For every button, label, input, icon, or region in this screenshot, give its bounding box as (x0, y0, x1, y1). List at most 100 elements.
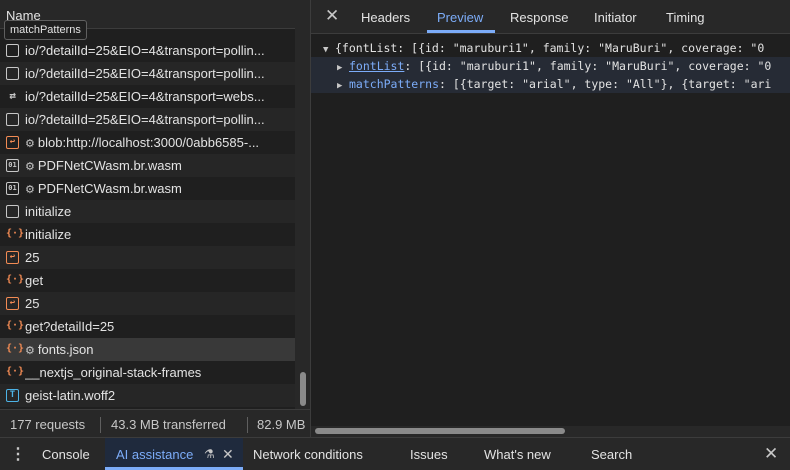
request-name-text: io/?detailId=25&EIO=4&transport=pollin..… (25, 43, 265, 58)
tab-timing[interactable]: Timing (666, 10, 705, 25)
fontlist-value: : [{id: "maruburi1", family: "MaruBuri",… (404, 59, 772, 73)
document-icon (6, 113, 19, 126)
request-name-text: get?detailId=25 (25, 319, 115, 334)
request-name: ⚙ blob:http://localhost:3000/0abb6585-... (25, 131, 291, 154)
close-tab-icon[interactable]: ✕ (222, 446, 234, 463)
close-drawer-icon[interactable]: ✕ (764, 444, 778, 464)
tab-network-conditions[interactable]: Network conditions (253, 447, 363, 462)
json-icon: {·} (6, 366, 25, 377)
request-name: geist-latin.woff2 (25, 384, 291, 407)
active-tab-indicator (427, 30, 495, 33)
request-name-text: io/?detailId=25&EIO=4&transport=webs... (25, 89, 265, 104)
request-row[interactable]: io/?detailId=25&EIO=4&transport=pollin..… (0, 39, 295, 62)
request-row[interactable]: {·} ⚙ fonts.json (0, 338, 295, 361)
request-name-text: blob:http://localhost:3000/0abb6585-... (37, 135, 260, 150)
request-name-text: get (25, 273, 44, 288)
document-icon (6, 205, 19, 218)
request-row[interactable]: Tgeist-latin.woff2 (0, 384, 295, 407)
request-row[interactable]: {·} get (0, 269, 295, 292)
request-name-text: io/?detailId=25&EIO=4&transport=pollin..… (25, 112, 265, 127)
wasm-icon: 01 (6, 159, 19, 172)
request-name-text: fonts.json (37, 342, 94, 357)
request-row[interactable]: io/?detailId=25&EIO=4&transport=pollin..… (0, 108, 295, 131)
tab-issues[interactable]: Issues (410, 447, 448, 462)
fetch-icon: ↩ (6, 136, 19, 149)
document-icon (6, 67, 19, 80)
tab-ai-assistance[interactable]: AI assistance (116, 447, 193, 462)
json-root-node[interactable]: ▼ {fontList: [{id: "maruburi1", family: "… (323, 39, 790, 57)
request-row[interactable]: {·} get?detailId=25 (0, 315, 295, 338)
request-name-text: PDFNetCWasm.br.wasm (37, 158, 182, 173)
font-file-icon: T (6, 389, 19, 402)
service-worker-gear-icon: ⚙ (25, 138, 35, 150)
vertical-scrollbar-thumb[interactable] (300, 372, 306, 406)
request-row[interactable]: ↩ ⚙ blob:http://localhost:3000/0abb6585-..… (0, 131, 295, 154)
tab-console[interactable]: Console (42, 447, 90, 462)
drawer-tab-bar: ⋮ Console AI assistance ⚗ ✕ Network cond… (0, 437, 790, 470)
request-name: ⚙ PDFNetCWasm.br.wasm (25, 177, 291, 200)
transferred-size: 43.3 MB transferred (111, 417, 226, 432)
request-list-panel: Name matchPatterns io/?detailId=25&EIO=4… (0, 0, 295, 409)
request-row[interactable]: ↩ 25 (0, 292, 295, 315)
request-name: 25 (25, 246, 291, 269)
request-name: __nextjs_original-stack-frames (25, 361, 291, 384)
json-icon: {·} (6, 228, 25, 239)
request-name: io/?detailId=25&EIO=4&transport=pollin..… (25, 39, 291, 62)
tab-initiator[interactable]: Initiator (594, 10, 637, 25)
json-icon: {·} (6, 274, 25, 285)
tab-preview[interactable]: Preview (437, 10, 483, 25)
request-row[interactable]: 01 ⚙ PDFNetCWasm.br.wasm (0, 177, 295, 200)
request-name: 25 (25, 292, 291, 315)
detail-tab-bar: ✕ Headers Preview Response Initiator Tim… (311, 0, 790, 34)
network-status-bar: 177 requests 43.3 MB transferred 82.9 MB (0, 409, 310, 438)
request-name: io/?detailId=25&EIO=4&transport=pollin..… (25, 62, 291, 85)
close-icon[interactable]: ✕ (325, 6, 339, 26)
request-name: initialize (25, 200, 291, 223)
request-name-text: 25 (25, 250, 40, 265)
request-row[interactable]: ⇄ io/?detailId=25&EIO=4&transport=webs... (0, 85, 295, 108)
matchpatterns-value: : [{target: "arial", type: "All"}, {targ… (439, 77, 772, 91)
request-row[interactable]: {·} initialize (0, 223, 295, 246)
json-matchpatterns-node[interactable]: ▶ matchPatterns: [{target: "arial", type:… (311, 75, 790, 93)
request-row[interactable]: ↩ 25 (0, 246, 295, 269)
tooltip: matchPatterns (4, 20, 87, 40)
json-icon: {·} (6, 343, 25, 354)
request-row[interactable]: {·} __nextjs_original-stack-frames (0, 361, 295, 384)
websocket-icon: ⇄ (9, 89, 16, 102)
request-name-text: PDFNetCWasm.br.wasm (37, 181, 182, 196)
json-icon: {·} (6, 320, 25, 331)
fetch-icon: ↩ (6, 251, 19, 264)
request-row[interactable]: initialize (0, 200, 295, 223)
request-name-text: 25 (25, 296, 40, 311)
fetch-icon: ↩ (6, 297, 19, 310)
collapsed-arrow-icon[interactable]: ▶ (337, 77, 349, 95)
request-row[interactable]: io/?detailId=25&EIO=4&transport=pollin..… (0, 62, 295, 85)
matchpatterns-key: matchPatterns (349, 77, 440, 91)
more-options-icon[interactable]: ⋮ (10, 444, 26, 464)
json-fontlist-node[interactable]: ▶ fontList: [{id: "maruburi1", family: "M… (311, 57, 790, 75)
request-name: initialize (25, 223, 291, 246)
service-worker-gear-icon: ⚙ (25, 184, 35, 196)
request-name-text: geist-latin.woff2 (25, 388, 116, 403)
resources-size: 82.9 MB (257, 417, 306, 432)
request-row[interactable]: 01 ⚙ PDFNetCWasm.br.wasm (0, 154, 295, 177)
request-name: io/?detailId=25&EIO=4&transport=pollin..… (25, 108, 291, 131)
request-name-text: initialize (25, 204, 72, 219)
document-icon (6, 44, 19, 57)
request-name-text: initialize (25, 227, 72, 242)
request-name-text: __nextjs_original-stack-frames (25, 365, 202, 380)
service-worker-gear-icon: ⚙ (25, 161, 35, 173)
wasm-icon: 01 (6, 182, 19, 195)
tab-response[interactable]: Response (510, 10, 569, 25)
request-name-text: io/?detailId=25&EIO=4&transport=pollin..… (25, 66, 265, 81)
request-name: ⚙ PDFNetCWasm.br.wasm (25, 154, 291, 177)
status-separator (100, 417, 101, 433)
tab-headers[interactable]: Headers (361, 10, 410, 25)
vertical-scrollbar[interactable] (296, 0, 310, 409)
horizontal-scrollbar-thumb[interactable] (315, 428, 565, 434)
tab-whats-new[interactable]: What's new (484, 447, 551, 462)
fontlist-key: fontList (349, 59, 405, 73)
request-count: 177 requests (10, 417, 86, 432)
json-preview: ▼ {fontList: [{id: "maruburi1", family: "… (311, 34, 790, 426)
tab-search[interactable]: Search (591, 447, 632, 462)
